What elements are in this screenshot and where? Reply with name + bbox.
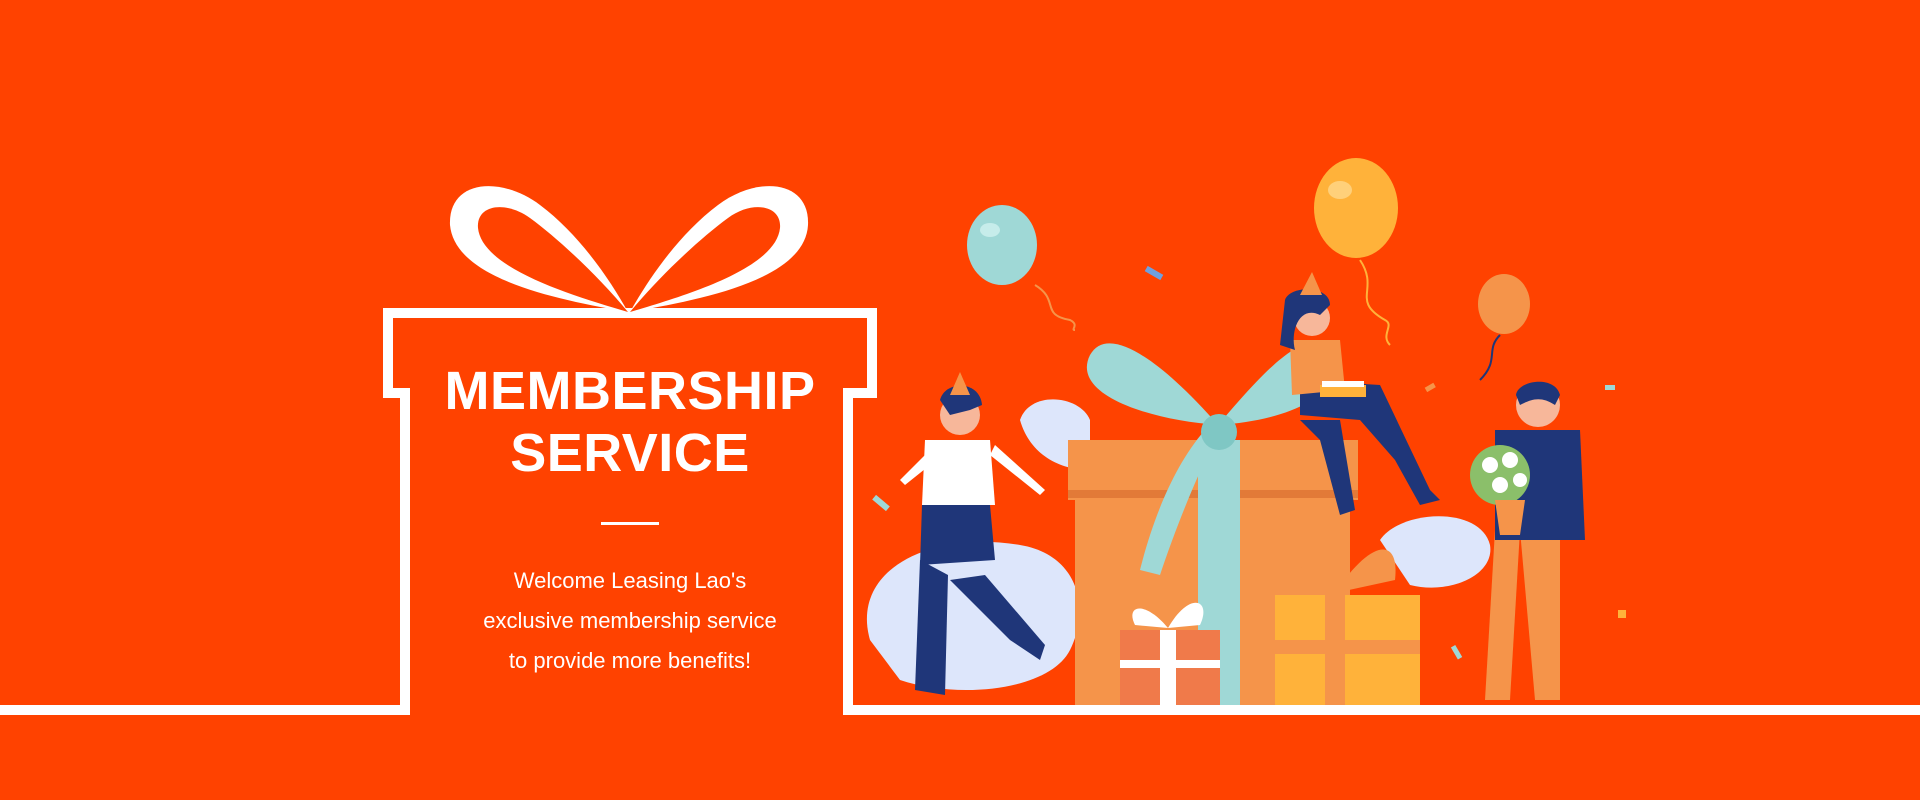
title-line-2: SERVICE xyxy=(510,423,750,483)
description-line: exclusive membership service xyxy=(483,608,777,633)
description-line: Welcome Leasing Lao's xyxy=(513,568,747,593)
hero-content: MEMBERSHIP SERVICE Welcome Leasing Lao's… xyxy=(420,360,840,681)
description-line: to provide more benefits! xyxy=(508,648,752,673)
title-divider xyxy=(601,522,659,525)
membership-banner: MEMBERSHIP SERVICE Welcome Leasing Lao's… xyxy=(0,0,1920,800)
hero-description: Welcome Leasing Lao's exclusive membersh… xyxy=(420,561,840,681)
balloon-icon xyxy=(1478,274,1530,381)
page-title: MEMBERSHIP SERVICE xyxy=(420,360,840,484)
title-line-1: MEMBERSHIP xyxy=(444,361,816,421)
balloon-icon xyxy=(967,205,1076,331)
party-illustration xyxy=(866,158,1626,705)
